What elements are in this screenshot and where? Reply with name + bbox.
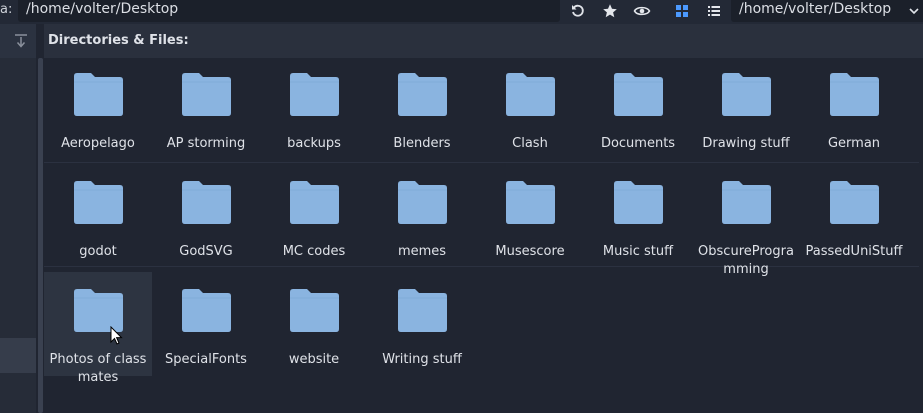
folder-icon xyxy=(722,181,771,224)
favorites-panel xyxy=(0,24,36,413)
folder-icon xyxy=(614,181,663,224)
folder-item[interactable]: Aeropelago xyxy=(44,56,152,160)
show-hidden-eye-icon[interactable] xyxy=(631,1,653,21)
folder-icon xyxy=(830,73,879,116)
folder-icon xyxy=(506,181,555,224)
folder-item[interactable]: backups xyxy=(260,56,368,160)
folder-icon xyxy=(398,73,447,116)
folder-icon xyxy=(182,289,231,332)
folder-icon xyxy=(614,73,663,116)
row-divider xyxy=(44,162,919,163)
folder-item[interactable]: German xyxy=(800,56,908,160)
folder-label: website xyxy=(288,352,340,367)
folder-item[interactable]: ObscureProgramming xyxy=(692,164,800,277)
folder-label: MC codes xyxy=(282,244,346,259)
folder-label: German xyxy=(827,136,881,151)
folder-label: Musescore xyxy=(495,244,565,259)
folder-label: Drawing stuff xyxy=(702,136,790,151)
folder-label: AP storming xyxy=(166,136,246,151)
folder-item[interactable]: Music stuff xyxy=(584,164,692,268)
directory-dropdown-value: /home/volter/Desktop xyxy=(739,1,892,17)
directory-dropdown[interactable]: /home/volter/Desktop xyxy=(731,0,923,22)
folder-label: Clash xyxy=(512,136,548,151)
folder-item[interactable]: godot xyxy=(44,164,152,268)
folder-icon xyxy=(290,181,339,224)
folder-label: PassedUniStuff xyxy=(805,244,903,259)
favorite-star-icon[interactable] xyxy=(599,1,621,21)
folder-icon xyxy=(74,181,123,224)
folder-icon xyxy=(722,73,771,116)
refresh-icon[interactable] xyxy=(567,1,589,21)
folder-item[interactable]: Photos of classmates xyxy=(44,272,152,385)
folder-item[interactable]: Musescore xyxy=(476,164,584,268)
folder-item[interactable]: SpecialFonts xyxy=(152,272,260,376)
move-down-arrow-icon[interactable] xyxy=(14,33,28,49)
folder-icon xyxy=(74,73,123,116)
folder-label: Aeropelago xyxy=(61,136,135,151)
folder-label: godot xyxy=(79,244,117,259)
folder-label: Documents xyxy=(600,136,676,151)
folder-label: Blenders xyxy=(393,136,451,151)
path-label: a: xyxy=(0,2,13,17)
folder-item[interactable]: website xyxy=(260,272,368,376)
folder-item[interactable]: AP storming xyxy=(152,56,260,160)
mouse-cursor-icon xyxy=(110,326,123,345)
favorites-selected-item[interactable] xyxy=(0,338,36,373)
folder-icon xyxy=(398,181,447,224)
folder-label: Photos of classmates xyxy=(49,352,147,385)
file-grid: Aeropelago AP storming backups Blenders Clas… xyxy=(44,60,923,413)
path-input-value: /home/volter/Desktop xyxy=(26,1,179,17)
folder-item[interactable]: PassedUniStuff xyxy=(800,164,908,268)
folder-label: memes xyxy=(397,244,447,259)
folder-icon xyxy=(290,73,339,116)
chevron-down-icon xyxy=(909,8,919,15)
folder-icon xyxy=(290,289,339,332)
grid-view-icon[interactable] xyxy=(671,1,693,21)
folder-item[interactable]: Writing stuff xyxy=(368,272,476,376)
folder-item[interactable]: Documents xyxy=(584,56,692,160)
folder-item[interactable]: Blenders xyxy=(368,56,476,160)
path-toolbar: a: /home/volter/Desktop /home/volter/Des… xyxy=(0,0,923,24)
folder-icon xyxy=(830,181,879,224)
panel-scrollbar[interactable] xyxy=(38,58,43,413)
files-title: Directories & Files: xyxy=(48,33,189,48)
folder-item[interactable]: Drawing stuff xyxy=(692,56,800,160)
files-header: Directories & Files: xyxy=(44,24,923,58)
list-view-icon[interactable] xyxy=(703,1,725,21)
folder-label: backups xyxy=(287,136,341,151)
folder-item[interactable]: MC codes xyxy=(260,164,368,268)
folder-icon xyxy=(182,73,231,116)
favorites-panel-header xyxy=(0,24,36,58)
folder-label: SpecialFonts xyxy=(165,352,247,367)
folder-icon xyxy=(398,289,447,332)
folder-item[interactable]: memes xyxy=(368,164,476,268)
folder-item[interactable]: Clash xyxy=(476,56,584,160)
folder-label: Music stuff xyxy=(602,244,674,259)
path-input[interactable]: /home/volter/Desktop xyxy=(18,0,560,22)
folder-label: GodSVG xyxy=(179,244,233,259)
folder-label: ObscureProgramming xyxy=(698,244,794,277)
folder-icon xyxy=(182,181,231,224)
folder-icon xyxy=(506,73,555,116)
folder-label: Writing stuff xyxy=(382,352,462,367)
folder-item[interactable]: GodSVG xyxy=(152,164,260,268)
